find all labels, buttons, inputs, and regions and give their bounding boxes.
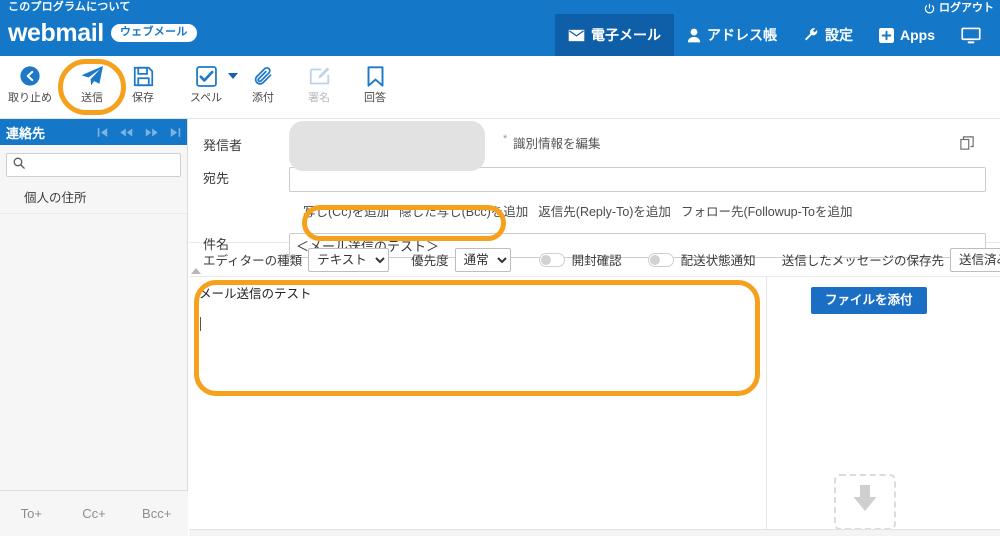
edit-identity-link[interactable]: 識別情報を編集 [513,136,601,152]
spellcheck-icon [195,64,217,88]
delivery-status-label: 配送状態通知 [680,254,756,268]
priority-label: 優先度 [411,254,449,268]
top-navigation: 電子メール アドレス帳 設定 Apps [555,14,1000,56]
nav-item-email[interactable]: 電子メール [555,14,674,56]
text-cursor [200,317,201,331]
toolbar-button-spell[interactable]: スペル [178,64,238,112]
nav-item-settings[interactable]: 設定 [790,14,866,56]
toolbar-button-save[interactable]: 保存 [115,64,171,112]
brand-pill-label: ウェブメール [110,24,197,42]
bottom-strip [189,529,1000,536]
read-receipt-toggle[interactable] [538,252,565,267]
bookmark-icon [366,64,385,88]
about-program-link[interactable]: このプログラムについて [8,0,131,14]
toolbar-label-cancel: 取り止め [8,92,52,104]
read-receipt-label: 開封確認 [571,254,622,268]
person-icon [687,28,701,43]
toolbar-button-attach[interactable]: 添付 [235,64,291,112]
attachment-dropzone[interactable] [834,474,896,530]
nav-item-monitor[interactable] [948,14,1000,56]
attach-file-button[interactable]: ファイルを添付 [811,287,927,314]
compose-header-fields: 発信者 * 識別情報を編集 宛先 写し(Cc)を追加 隠した写し(Bcc)を追加… [189,119,1000,258]
contacts-sidebar-header: 連絡先 [0,119,187,145]
toolbar-label-response: 回答 [364,92,386,104]
back-arrow-icon [19,64,41,88]
logout-button[interactable]: ログアウト [924,1,994,15]
contacts-search-input[interactable] [30,157,174,173]
delivery-status-toggle[interactable] [647,252,674,267]
nav-label-addressbook: アドレス帳 [707,27,777,43]
toolbar-label-save: 保存 [132,92,154,104]
contacts-search-box[interactable] [6,153,181,177]
collapse-triangle-icon[interactable] [191,268,201,274]
attachments-pane: ファイルを添付 [767,277,1000,536]
contacts-group-personal[interactable]: 個人の住所 [0,185,187,214]
delivery-status-group: 配送状態通知 [647,250,756,269]
wrench-icon [803,27,819,43]
paperclip-icon [253,64,274,88]
compose-body-area: メール送信のテスト ファイルを添付 [189,277,1000,536]
read-receipt-group: 開封確認 [538,250,622,269]
priority-select[interactable]: 通常 [454,247,511,272]
add-bcc-link[interactable]: 隠した写し(Bcc)を追加 [399,204,528,220]
download-arrow-icon [852,484,878,520]
recipient-add-buttons: To+ Cc+ Bcc+ [0,490,188,536]
brand-name: webmail [8,19,104,47]
editor-type-label: エディターの種類 [203,254,303,268]
toolbar-button-response[interactable]: 回答 [347,64,403,112]
contacts-pagination [97,119,181,145]
next-page-icon[interactable] [145,127,158,138]
add-followupto-link[interactable]: フォロー先(Followup-Toを追加 [681,204,853,220]
sender-value-redacted[interactable] [289,121,485,171]
contacts-sidebar: 連絡先 個人の住所 To+ Cc+ Bcc+ [0,119,188,536]
toolbar-label-attach: 添付 [252,92,274,104]
toolbar-button-send[interactable]: 送信 [64,64,120,112]
top-header-bar: このプログラムについて webmail ウェブメール ログアウト 電子メール ア… [0,0,1000,56]
last-page-icon[interactable] [170,127,181,138]
toolbar-button-signature[interactable]: 署名 [291,64,347,112]
contacts-group-list: 個人の住所 [0,185,187,214]
compose-toolbar: 取り止め 送信 保存 スペル 添付 署名 回答 [0,56,1000,119]
previous-page-icon[interactable] [120,127,133,138]
compose-form: 発信者 * 識別情報を編集 宛先 写し(Cc)を追加 隠した写し(Bcc)を追加… [189,119,1000,536]
add-to-button[interactable]: To+ [0,506,63,522]
power-icon [924,3,935,14]
recipient-extra-links: 写し(Cc)を追加 隠した写し(Bcc)を追加 返信先(Reply-To)を追加… [203,204,986,220]
logout-label: ログアウト [939,2,994,14]
toolbar-label-signature: 署名 [308,92,330,104]
envelope-icon [568,29,585,42]
add-cc-button[interactable]: Cc+ [63,506,126,522]
brand-logo: webmail ウェブメール [8,20,197,46]
editor-type-select[interactable]: テキスト [308,247,390,272]
toolbar-label-send: 送信 [81,92,103,104]
floppy-disk-icon [133,64,154,88]
nav-item-addressbook[interactable]: アドレス帳 [674,14,790,56]
nav-item-apps[interactable]: Apps [866,14,948,56]
save-to-label: 送信したメッセージの保存先 [781,254,944,268]
webmail-compose-screen: このプログラムについて webmail ウェブメール ログアウト 電子メール ア… [0,0,1000,536]
add-replyto-link[interactable]: 返信先(Reply-To)を追加 [538,204,671,220]
nav-label-settings: 設定 [825,27,853,43]
first-page-icon[interactable] [97,127,108,138]
nav-label-apps: Apps [900,27,935,43]
message-body-pane[interactable]: メール送信のテスト [189,277,767,536]
monitor-icon [961,27,981,44]
plus-box-icon [879,27,894,43]
signature-pencil-icon [309,64,330,88]
toolbar-button-cancel[interactable]: 取り止め [2,64,58,112]
nav-label-email: 電子メール [591,27,661,43]
copy-window-icon[interactable] [960,136,974,155]
required-asterisk: * [503,133,508,145]
contacts-title: 連絡先 [6,125,46,141]
toolbar-label-spell: スペル [189,92,223,104]
sender-label: 発信者 [203,138,243,153]
paper-plane-icon [80,64,104,88]
search-icon [13,156,25,174]
message-body-text[interactable]: メール送信のテスト [199,285,756,304]
add-bcc-button[interactable]: Bcc+ [125,506,188,522]
add-cc-link[interactable]: 写し(Cc)を追加 [303,204,389,220]
to-label: 宛先 [203,171,230,186]
compose-options-row: エディターの種類 テキスト 優先度 通常 開封確認 配送状態通知 送信したメッセ… [189,243,1000,277]
save-to-select[interactable]: 送信済み [949,247,1000,272]
